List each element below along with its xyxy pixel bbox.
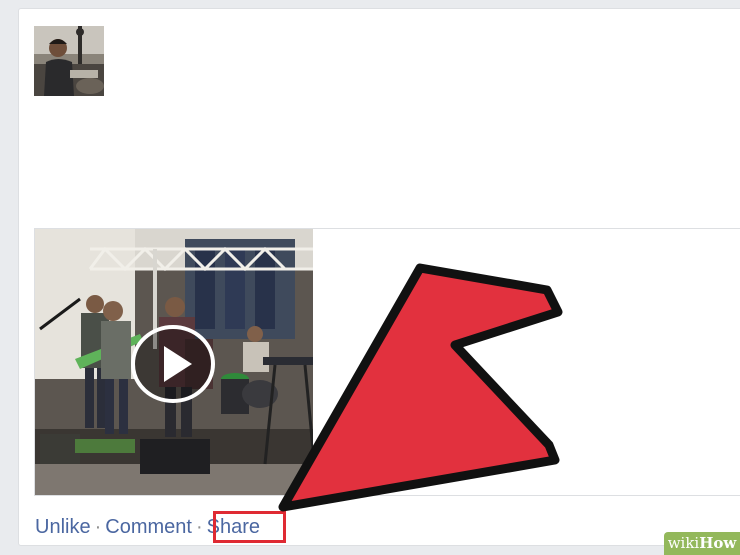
watermark-how: How xyxy=(699,534,737,552)
wikihow-watermark: wikiHow xyxy=(664,532,740,555)
facebook-post-screenshot: Unlike · Comment · Share wikiHow xyxy=(0,0,740,555)
comment-link[interactable]: Comment xyxy=(105,516,192,538)
play-button[interactable] xyxy=(130,324,216,404)
watermark-wiki: wiki xyxy=(667,534,700,552)
post-actions: Unlike · Comment · Share xyxy=(35,513,260,541)
separator: · xyxy=(94,516,102,538)
share-link[interactable]: Share xyxy=(207,516,260,538)
separator: · xyxy=(195,516,203,538)
avatar[interactable] xyxy=(34,26,104,96)
play-icon xyxy=(131,325,215,403)
unlike-link[interactable]: Unlike xyxy=(35,516,91,538)
avatar-image xyxy=(34,26,104,96)
